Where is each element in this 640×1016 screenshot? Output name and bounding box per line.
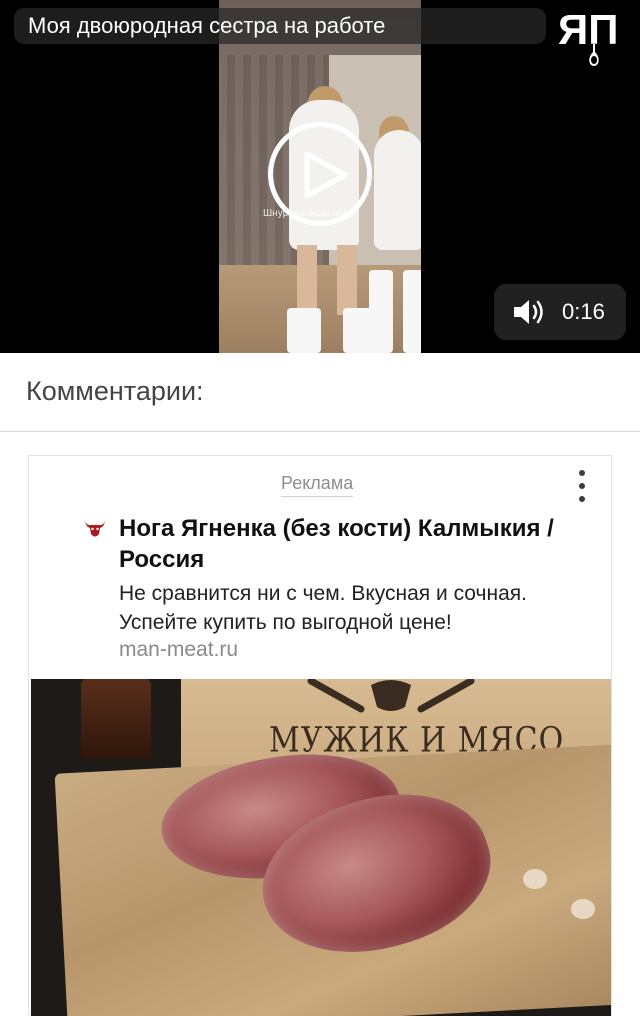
figure-leg [297, 245, 317, 315]
figure-boot [287, 308, 321, 353]
video-player[interactable]: Шнур, напиши нам Моя двоюродная сестра н… [0, 0, 640, 353]
comments-title: Комментарии: [26, 376, 204, 406]
logo-text: ЯП [558, 6, 618, 53]
figure-leg [337, 245, 357, 315]
ad-label: Реклама [281, 473, 354, 497]
bull-icon [85, 521, 105, 537]
divider [0, 431, 640, 432]
kebab-menu-icon[interactable] [575, 470, 589, 508]
image-garlic [523, 869, 547, 889]
play-button[interactable] [268, 122, 372, 226]
image-bottle [81, 679, 151, 759]
figure [374, 130, 421, 250]
video-duration: 0:16 [562, 299, 605, 324]
knives-icon [307, 679, 475, 713]
figure-boot [369, 270, 393, 353]
image-garlic [571, 899, 595, 919]
ad-headline[interactable]: Нога Ягненка (без кости) Калмыкия / Росс… [119, 513, 589, 575]
sound-control: 0:16 [494, 284, 626, 340]
volume-icon[interactable] [510, 294, 546, 330]
ad-image[interactable]: МУЖИК И МЯСО [31, 679, 611, 1016]
play-icon [304, 151, 348, 199]
ad-domain[interactable]: man-meat.ru [119, 638, 238, 662]
yap-logo[interactable]: ЯП [556, 6, 628, 66]
figure-boot [403, 270, 421, 353]
ad-description: Не сравнится ни с чем. Вкусная и сочная.… [119, 582, 527, 634]
ad-card[interactable]: Реклама Нога Ягненка (без кости) Калмыки… [28, 455, 612, 1016]
video-title: Моя двоюродная сестра на работе [14, 8, 546, 44]
